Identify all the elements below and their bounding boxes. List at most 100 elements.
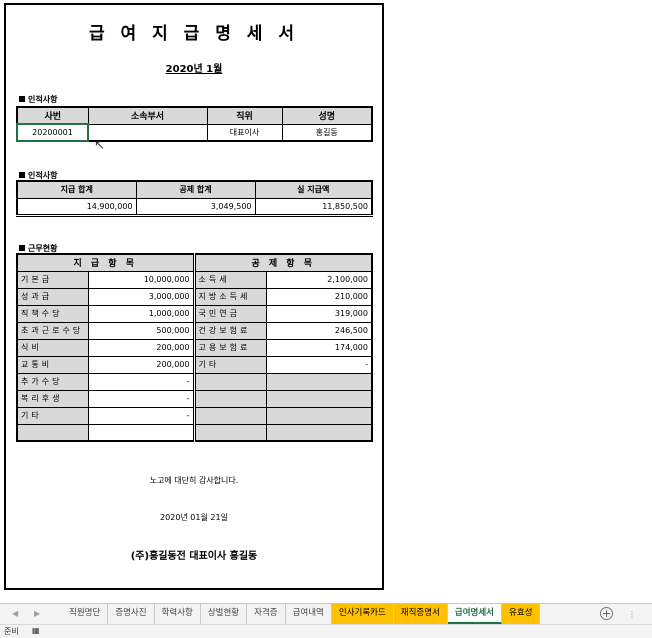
mouse-cursor-icon: ↖ [94,138,105,153]
deduction-item-label [192,406,267,425]
deduction-item-label: 소득세 [192,270,267,289]
deduction-item-value[interactable]: 174,000 [265,338,373,357]
cell-net-pay[interactable]: 11,850,500 [254,197,373,217]
scroll-left-icon[interactable]: ◀ [12,609,18,618]
header-department: 소속부서 [87,106,208,125]
deduction-item-value[interactable]: - [265,355,373,374]
header-position: 직위 [206,106,283,125]
more-options-icon[interactable]: ⋮ [628,610,636,619]
scroll-right-icon[interactable]: ▶ [34,609,40,618]
pay-item-label: 직책수당 [16,304,89,323]
header-deduction-items: 공 제 항 목 [192,253,373,272]
deduction-item-label: 고용보험료 [192,338,267,357]
header-employee-id: 사번 [16,106,89,125]
sheet-tab[interactable]: 인사기록카드 [331,604,394,624]
pay-item-label: 성과급 [16,287,89,306]
pay-item-label [16,423,89,442]
table-row: 식비 200,000 고용보험료 174,000 [16,338,373,357]
deduction-item-label [192,423,267,442]
add-sheet-icon[interactable]: + [600,607,613,620]
deduction-item-label [192,372,267,391]
pay-item-value[interactable]: 3,000,000 [87,287,195,306]
sheet-tab[interactable]: 증명사진 [108,604,155,624]
deduction-item-value[interactable]: 2,100,000 [265,270,373,289]
deduction-item-value[interactable]: 319,000 [265,304,373,323]
deduction-item-label: 건강보험료 [192,321,267,340]
cell-department[interactable] [87,123,208,142]
table-row: 복리후생 - [16,389,373,408]
pay-item-label: 기타 [16,406,89,425]
section-personal: 인적사항 [19,94,57,105]
deduction-item-label: 국민연금 [192,304,267,323]
pay-item-value[interactable]: 10,000,000 [87,270,195,289]
deduction-item-value[interactable] [265,423,373,442]
pay-item-value[interactable]: 200,000 [87,355,195,374]
sheet-tab-bar: ◀ ▶ 직원명단 증명사진 학력사항 상벌현황 자격증 급여내역 인사기록카드 재직증명서 급여… [0,603,652,624]
table-row: 초과근로수당 500,000 건강보험료 246,500 [16,321,373,340]
status-ready: 준비 [4,627,19,636]
header-total-pay: 지급 합계 [16,180,137,199]
deduction-item-value[interactable] [265,389,373,408]
square-bullet-icon [19,172,25,178]
pay-item-label: 복리후생 [16,389,89,408]
pay-item-label: 식비 [16,338,89,357]
header-total-deduction: 공제 합계 [135,180,256,199]
status-bar: 준비 ▦ [0,624,652,638]
pay-item-value[interactable] [87,423,195,442]
sheet-tab[interactable]: 급여명세서 [447,604,503,624]
sheet-tab[interactable]: 재직증명서 [393,604,448,624]
header-pay-items: 지 급 항 목 [16,253,195,272]
square-bullet-icon [19,96,25,102]
pay-summary-table: 지급 합계 공제 합계 실 지급액 14,900,000 3,049,500 1… [16,180,373,217]
table-row: 기본급 10,000,000 소득세 2,100,000 [16,270,373,289]
company-signature: (주)홍길동전 대표이사 홍길동 [130,551,258,562]
document-title: 급 여 지 급 명 세 서 [89,24,299,44]
pay-item-value[interactable]: 500,000 [87,321,195,340]
table-row: 직책수당 1,000,000 국민연금 319,000 [16,304,373,323]
pay-item-label: 추가수당 [16,372,89,391]
sheet-tab[interactable]: 급여내역 [285,604,332,624]
deduction-item-label: 기타 [192,355,267,374]
payslip-page: 급 여 지 급 명 세 서 2020년 1월 인적사항 사번 소속부서 직위 성… [4,3,384,590]
pay-item-value[interactable]: 200,000 [87,338,195,357]
table-row [16,423,373,442]
pay-deduction-table: 지 급 항 목 공 제 항 목 기본급 10,000,000 소득세 2,100,00… [16,253,373,442]
cell-position[interactable]: 대표이사 [206,123,283,142]
deduction-item-label [192,389,267,408]
cell-total-deduction[interactable]: 3,049,500 [135,197,256,217]
worksheet-area[interactable]: 급 여 지 급 명 세 서 2020년 1월 인적사항 사번 소속부서 직위 성… [0,0,652,603]
deduction-item-value[interactable]: 246,500 [265,321,373,340]
pay-item-value[interactable]: - [87,406,195,425]
pay-item-value[interactable]: - [87,372,195,391]
cell-total-pay[interactable]: 14,900,000 [16,197,137,217]
deduction-item-value[interactable] [265,372,373,391]
thanks-message: 노고에 대단히 감사합니다. [149,476,239,485]
pay-item-label: 교통비 [16,355,89,374]
personal-info-table: 사번 소속부서 직위 성명 !20200001 대표이사 홍길동 [16,106,373,142]
table-row: 교통비 200,000 기타 - [16,355,373,374]
cell-name[interactable]: 홍길동 [281,123,373,142]
sheet-tab[interactable]: 직원명단 [62,604,109,624]
header-net-pay: 실 지급액 [254,180,373,199]
deduction-item-value[interactable]: 210,000 [265,287,373,306]
table-row: 성과급 3,000,000 지방소득세 210,000 [16,287,373,306]
macro-record-icon[interactable]: ▦ [32,626,40,635]
square-bullet-icon [19,245,25,251]
sheet-tabs: 직원명단 증명사진 학력사항 상벌현황 자격증 급여내역 인사기록카드 재직증명서 급여명세서 유… [62,604,541,624]
table-row: 기타 - [16,406,373,425]
pay-item-label: 초과근로수당 [16,321,89,340]
pay-item-value[interactable]: 1,000,000 [87,304,195,323]
issue-date: 2020년 01월 21일 [160,513,228,522]
header-name: 성명 [281,106,373,125]
table-row: 추가수당 - [16,372,373,391]
deduction-item-label: 지방소득세 [192,287,267,306]
pay-item-label: 기본급 [16,270,89,289]
deduction-item-value[interactable] [265,406,373,425]
sheet-tab[interactable]: 자격증 [247,604,286,624]
sheet-tab[interactable]: 상벌현황 [200,604,248,624]
pay-item-value[interactable]: - [87,389,195,408]
sheet-tab[interactable]: 유효성 [502,604,541,624]
sheet-tab[interactable]: 학력사항 [154,604,201,624]
cell-employee-id[interactable]: !20200001 [16,123,89,142]
pay-period: 2020년 1월 [165,64,223,75]
